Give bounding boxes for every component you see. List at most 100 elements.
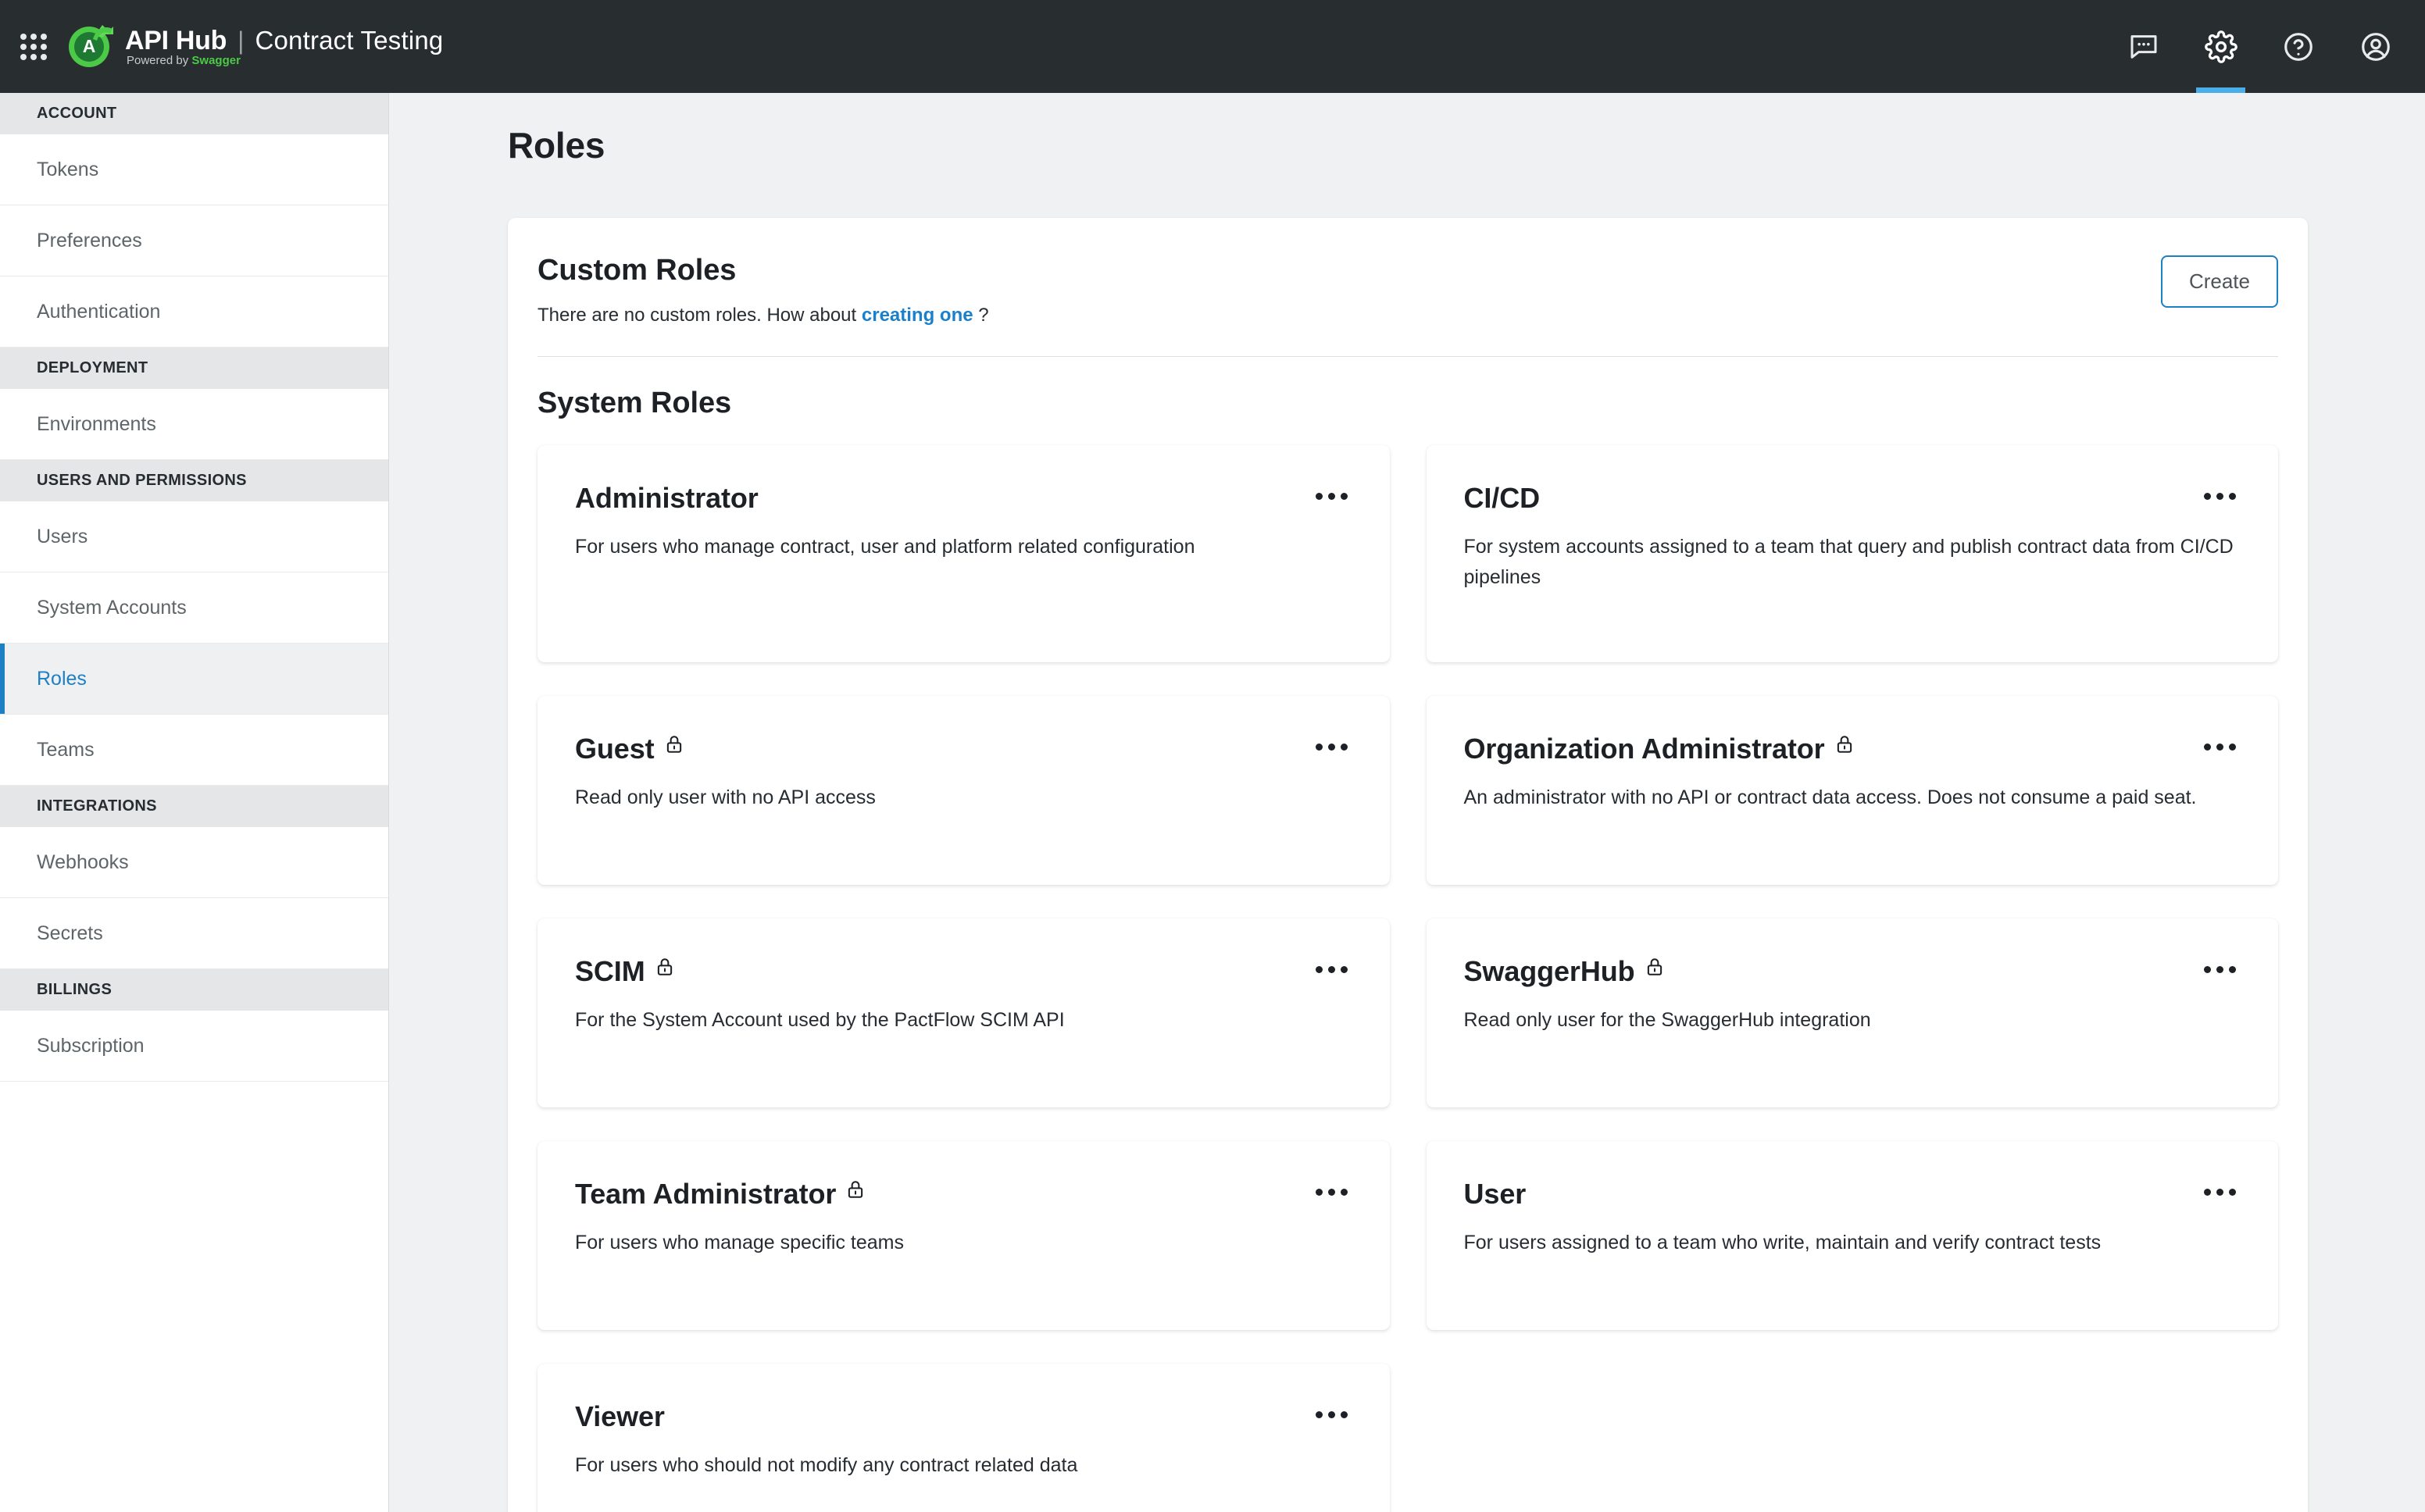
sidebar-item-secrets[interactable]: Secrets [0,898,388,969]
page-title: Roles [508,124,605,166]
sidebar-item-environments[interactable]: Environments [0,389,388,460]
lock-icon [1645,957,1665,977]
role-name-label: SCIM [575,955,645,988]
custom-roles-header: Custom Roles There are no custom roles. … [538,218,2278,326]
grid-apps-icon[interactable] [20,34,47,60]
sidebar-item-label: Roles [37,668,87,690]
role-card[interactable]: CI/CD For system accounts assigned to a t… [1427,445,2279,662]
role-card-header: Team Administrator [575,1178,1349,1211]
sidebar-item-authentication[interactable]: Authentication [0,276,388,348]
gear-icon[interactable] [2182,0,2259,93]
role-description: For users who manage contract, user and … [575,532,1349,562]
brand-sub-emphasis: Swagger [191,54,241,67]
role-card-header: SwaggerHub [1464,955,2238,988]
role-description: For users who manage specific teams [575,1228,1349,1258]
kebab-menu-icon[interactable] [2204,966,2236,973]
lock-icon [664,734,684,754]
brand-name: API Hub [125,26,227,56]
brand-divider: | [238,27,244,55]
role-card[interactable]: Guest Read only user with no API access [538,696,1390,885]
role-name: Viewer [575,1400,665,1433]
role-name-label: User [1464,1178,1527,1211]
role-name-label: Guest [575,733,655,765]
brand-product-name: Contract Testing [255,26,443,55]
role-card-header: Viewer [575,1400,1349,1433]
sidebar-item-label: Tokens [37,159,98,181]
sidebar-item-label: Subscription [37,1035,145,1057]
sidebar-section-deployment: DEPLOYMENT [0,348,388,389]
role-description: An administrator with no API or contract… [1464,783,2238,813]
role-card[interactable]: Administrator For users who manage contra… [538,445,1390,662]
create-role-button[interactable]: Create [2161,255,2278,308]
kebab-menu-icon[interactable] [1316,744,1348,751]
sidebar-item-preferences[interactable]: Preferences [0,205,388,276]
custom-roles-title: Custom Roles [538,254,2161,287]
kebab-menu-icon[interactable] [2204,1189,2236,1196]
role-name: User [1464,1178,1527,1211]
role-name: SwaggerHub [1464,955,1665,988]
role-description: For system accounts assigned to a team t… [1464,532,2238,593]
role-card-header: CI/CD [1464,482,2238,515]
sidebar-item-label: Teams [37,739,95,761]
sidebar-item-teams[interactable]: Teams [0,715,388,786]
sidebar-item-label: Webhooks [37,851,129,874]
sidebar-item-roles[interactable]: Roles [0,644,388,715]
sidebar-section-account: ACCOUNT [0,93,388,134]
role-name-label: Viewer [575,1400,665,1433]
account-icon[interactable] [2337,0,2414,93]
sidebar-item-users[interactable]: Users [0,501,388,572]
kebab-menu-icon[interactable] [2204,493,2236,500]
lock-icon [655,957,675,977]
role-card-header: SCIM [575,955,1349,988]
role-description: Read only user with no API access [575,783,1349,813]
role-name: Guest [575,733,684,765]
system-roles-grid: Administrator For users who manage contra… [538,445,2278,1512]
sidebar-section-users-and-permissions: USERS AND PERMISSIONS [0,460,388,501]
sidebar-item-tokens[interactable]: Tokens [0,134,388,205]
role-card[interactable]: SwaggerHub Read only user for the Swagger… [1427,918,2279,1107]
role-description: Read only user for the SwaggerHub integr… [1464,1005,2238,1036]
api-hub-logo-icon: A [67,24,112,70]
kebab-menu-icon[interactable] [1316,1411,1348,1418]
role-description: For users who should not modify any cont… [575,1450,1349,1481]
role-card[interactable]: SCIMFor the System Account used by the P… [538,918,1390,1107]
kebab-menu-icon[interactable] [2204,744,2236,751]
kebab-menu-icon[interactable] [1316,1189,1348,1196]
top-bar: A API Hub | Contract Testing Powered by … [0,0,2425,93]
empty-text-after: ? [973,305,989,326]
sidebar-item-subscription[interactable]: Subscription [0,1011,388,1082]
role-card-header: Guest [575,733,1349,765]
role-name-label: Administrator [575,482,759,515]
sidebar-item-label: Environments [37,413,156,436]
brand-sub-prefix: Powered by [127,54,191,67]
topbar-actions [2105,0,2425,93]
sidebar-item-label: Secrets [37,922,103,945]
role-card-header: Organization Administrator [1464,733,2238,765]
kebab-menu-icon[interactable] [1316,966,1348,973]
role-card[interactable]: Team Administrator For users who manage s… [538,1141,1390,1330]
system-roles-title: System Roles [538,387,2278,420]
sidebar-section-billings: BILLINGS [0,969,388,1011]
role-name-label: Organization Administrator [1464,733,1825,765]
sidebar-item-label: Authentication [37,301,160,323]
feedback-icon[interactable] [2105,0,2182,93]
role-card[interactable]: Viewer For users who should not modify an… [538,1364,1390,1512]
role-name: CI/CD [1464,482,1541,515]
role-name-label: CI/CD [1464,482,1541,515]
sidebar-section-integrations: INTEGRATIONS [0,786,388,827]
brand-logo-and-title[interactable]: A API Hub | Contract Testing Powered by … [67,24,444,70]
role-card[interactable]: User For users assigned to a team who wri… [1427,1141,2279,1330]
kebab-menu-icon[interactable] [1316,493,1348,500]
sidebar-item-webhooks[interactable]: Webhooks [0,827,388,898]
sidebar-item-label: System Accounts [37,597,187,619]
role-card[interactable]: Organization Administrator An administrat… [1427,696,2279,885]
sidebar-item-system-accounts[interactable]: System Accounts [0,572,388,644]
brand-subtitle: Powered by Swagger [127,54,444,67]
role-name: Team Administrator [575,1178,866,1211]
role-description: For users assigned to a team who write, … [1464,1228,2238,1258]
panel-divider [538,356,2278,357]
sidebar-item-label: Users [37,526,88,548]
creating-one-link[interactable]: creating one [862,305,973,326]
logo-letter: A [74,32,104,62]
help-icon[interactable] [2259,0,2337,93]
